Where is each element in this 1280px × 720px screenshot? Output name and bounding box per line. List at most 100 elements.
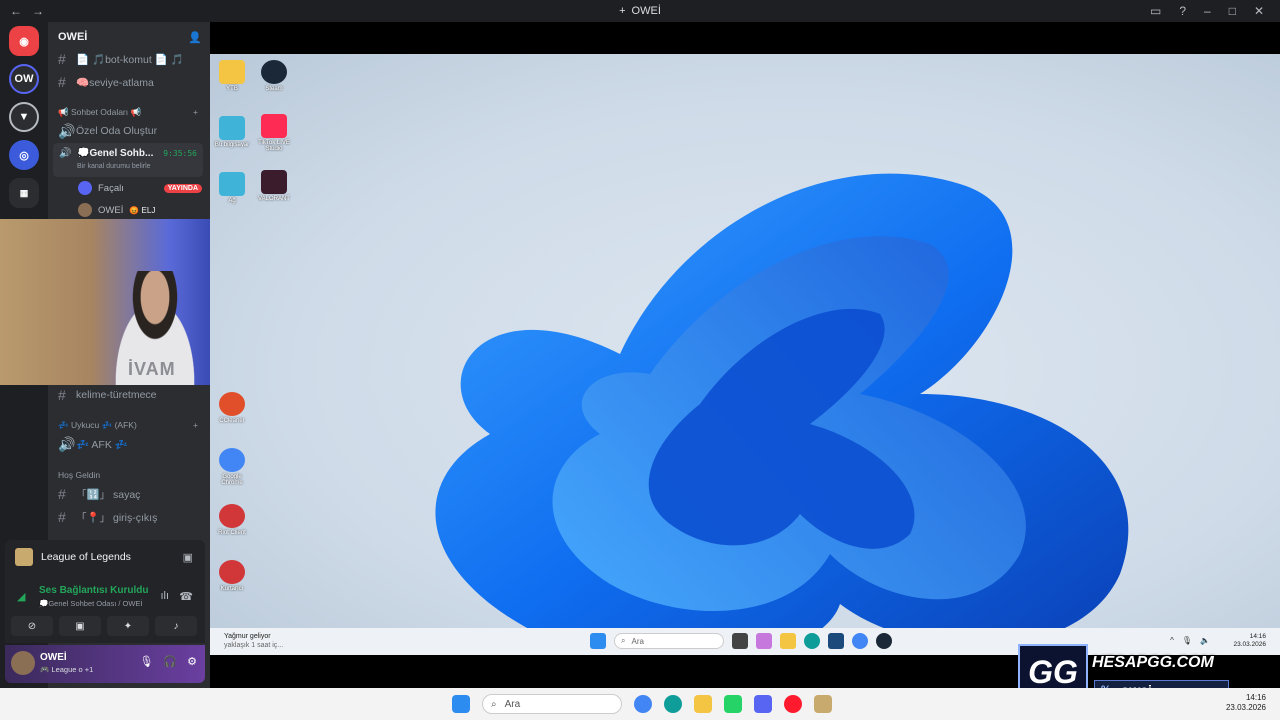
desktop-icon-tiktok[interactable]: TikTok LIVE Studio xyxy=(254,114,294,152)
active-voice-channel[interactable]: 🔊 💭Genel Sohb... 9:35:56 Bir kanal durum… xyxy=(53,143,203,177)
live-badge: YAYINDA xyxy=(163,183,202,193)
hash-icon: # xyxy=(58,486,66,502)
channel-sayac[interactable]: # 「🔢」 sayaç xyxy=(48,483,208,505)
league-icon[interactable] xyxy=(814,695,832,713)
hash-icon: # xyxy=(58,509,66,525)
whatsapp-icon[interactable] xyxy=(724,695,742,713)
desktop-icon-ytb[interactable]: YTB xyxy=(212,60,252,92)
computer-icon xyxy=(219,116,245,140)
desktop-icon-steam[interactable]: Steam xyxy=(254,60,294,92)
server-folder-icon[interactable]: ▦ xyxy=(9,178,39,208)
steam-icon xyxy=(261,60,287,84)
chrome-icon[interactable] xyxy=(634,695,652,713)
channel-bot-komut[interactable]: # 📄 🎵bot-komut 📄 🎵 xyxy=(48,48,208,70)
screen-share-icon[interactable]: ▣ xyxy=(183,551,193,564)
hash-icon: # xyxy=(58,51,66,67)
file-explorer-icon[interactable] xyxy=(694,695,712,713)
weather-widget[interactable]: Yağmur geliyor yaklaşık 1 saat iç... xyxy=(224,632,283,650)
stream-desktop[interactable]: YTB Steam Bu bilgisayar TikTok LIVE Stud… xyxy=(210,54,1280,628)
network-icon xyxy=(219,172,245,196)
chrome-icon[interactable] xyxy=(852,633,868,649)
voice-user-owei[interactable]: OWEİ 😡 ELJ xyxy=(78,203,202,217)
windows-start-icon[interactable] xyxy=(590,633,606,649)
avatar[interactable] xyxy=(11,651,35,675)
server-icon-blue[interactable]: ◎ xyxy=(9,140,39,170)
search-box[interactable]: ⌕ Ara xyxy=(614,633,724,649)
windows-start-icon[interactable] xyxy=(452,695,470,713)
noise-suppression-icon[interactable]: ılı xyxy=(160,590,169,602)
microphone-icon[interactable]: 🎙 xyxy=(139,655,153,668)
search-box[interactable]: ⌕ Ara xyxy=(482,694,622,714)
edge-icon[interactable] xyxy=(804,633,820,649)
league-logo-icon xyxy=(15,548,33,566)
plus-icon: + xyxy=(619,5,626,17)
file-explorer-icon[interactable] xyxy=(780,633,796,649)
game-activity[interactable]: League of Legends xyxy=(15,548,131,566)
hash-icon: # xyxy=(58,74,66,90)
avatar xyxy=(78,203,92,217)
desktop-icon-riot-2[interactable]: Kurtarıcı xyxy=(212,560,252,592)
window-title: + OWEİ xyxy=(619,5,661,17)
hash-icon: # xyxy=(58,387,66,403)
server-icon-owei[interactable]: OW xyxy=(9,64,39,94)
avatar xyxy=(78,181,92,195)
channel-afk[interactable]: 🔊 💤 AFK 💤 xyxy=(48,433,208,455)
store-icon[interactable] xyxy=(828,633,844,649)
windows-bloom-wallpaper xyxy=(435,173,1129,628)
discord-home-icon[interactable]: ◉ xyxy=(9,26,39,56)
category-hos-geldin[interactable]: Hoş Geldin xyxy=(58,470,198,480)
discord-icon[interactable] xyxy=(754,695,772,713)
voice-user-facali[interactable]: Façalı YAYINDA xyxy=(78,181,202,195)
desktop-icon-riot-client[interactable]: Riot Client xyxy=(212,504,252,536)
soundboard-button[interactable]: ♪ xyxy=(155,616,197,636)
desktop-icon-this-pc[interactable]: Bu bilgisayar xyxy=(212,116,252,148)
inbox-icon[interactable]: ▭ xyxy=(1150,4,1161,18)
speaker-icon: 🔊 xyxy=(58,435,76,452)
channel-create-room[interactable]: 🔊 Özel Oda Oluştur xyxy=(48,120,208,142)
server-icon-shield[interactable]: ▼ xyxy=(9,102,39,132)
ccleaner-icon xyxy=(219,392,245,416)
edge-icon[interactable] xyxy=(664,695,682,713)
desktop-icon-ccleaner[interactable]: CCleaner xyxy=(212,392,252,424)
voice-panel: League of Legends ▣ ◢ Ses Bağlantısı Kur… xyxy=(5,540,205,643)
folder-icon xyxy=(219,60,245,84)
channel-giris-cikis[interactable]: # 「📍」 giriş-çıkış xyxy=(48,506,208,528)
maximize-icon[interactable]: □ xyxy=(1229,4,1236,18)
speaker-icon: 🔊 xyxy=(59,148,72,159)
screen-share-button[interactable]: ▣ xyxy=(59,616,101,636)
category-afk[interactable]: 💤 Uykucu 💤 (AFK) + xyxy=(58,420,198,431)
steam-icon[interactable] xyxy=(876,633,892,649)
channel-seviye-atlama[interactable]: # 🧠seviye-atlama xyxy=(48,71,208,93)
user-panel: OWEİ 🎮 League o +1 🎙 🎧 ⚙ xyxy=(5,645,205,683)
add-channel-icon[interactable]: + xyxy=(193,107,198,118)
desktop-icon-valorant[interactable]: VALORANT xyxy=(254,170,294,202)
forward-arrow-icon[interactable]: → xyxy=(32,4,44,18)
opera-icon[interactable] xyxy=(784,695,802,713)
add-member-icon[interactable]: 👤 xyxy=(188,31,202,44)
headphones-icon[interactable]: 🎧 xyxy=(163,655,177,668)
disconnect-icon[interactable]: ☎ xyxy=(179,590,193,603)
minimize-icon[interactable]: – xyxy=(1204,4,1211,18)
tiktok-icon xyxy=(261,114,287,138)
valorant-icon xyxy=(261,170,287,194)
gear-icon[interactable]: ⚙ xyxy=(187,655,197,668)
help-icon[interactable]: ? xyxy=(1179,4,1186,18)
desktop-icon-network[interactable]: Ağ xyxy=(212,172,252,204)
desktop-icon-chrome[interactable]: Google Chrome xyxy=(212,448,252,486)
back-arrow-icon[interactable]: ← xyxy=(10,4,22,18)
host-taskbar: ⌕ Ara 14:16 23.03.2026 xyxy=(0,688,1280,720)
category-sohbet[interactable]: 📢 Sohbet Odaları 📢 + xyxy=(58,107,198,118)
activities-button[interactable]: ✦ xyxy=(107,616,149,636)
host-system-clock[interactable]: 14:16 23.03.2026 xyxy=(1226,693,1266,713)
search-icon: ⌕ xyxy=(621,636,626,645)
camera-off-button[interactable]: ⊘ xyxy=(11,616,53,636)
copilot-icon[interactable] xyxy=(756,633,772,649)
speaker-icon: 🔊 xyxy=(58,122,76,139)
stream-letterbox-top xyxy=(210,22,1280,54)
channel-kelime-turetmece[interactable]: # kelime-türetmece xyxy=(48,384,208,406)
add-channel-icon[interactable]: + xyxy=(193,420,198,431)
riot-icon xyxy=(219,560,245,584)
close-icon[interactable]: ✕ xyxy=(1254,4,1264,18)
chrome-icon xyxy=(219,448,245,472)
task-view-icon[interactable] xyxy=(732,633,748,649)
